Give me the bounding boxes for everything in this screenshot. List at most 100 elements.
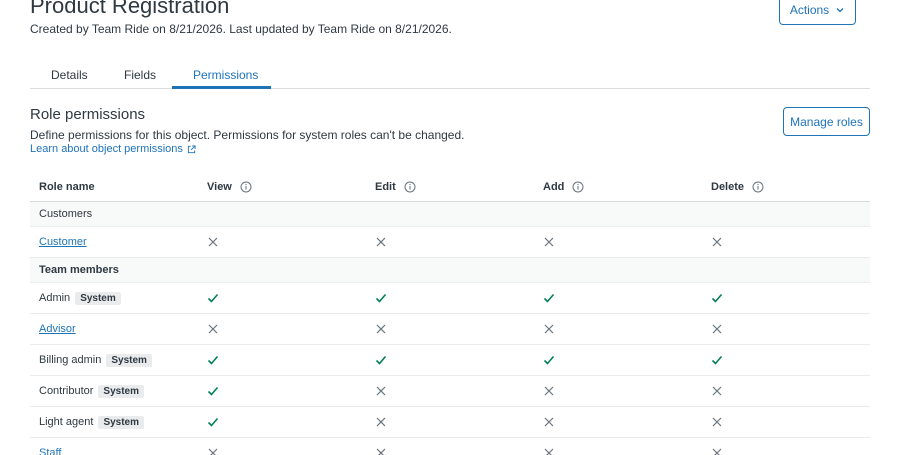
info-icon[interactable]	[404, 181, 416, 193]
table-row: Light agent System	[30, 407, 870, 438]
close-icon	[544, 324, 554, 334]
tab-details[interactable]: Details	[51, 68, 88, 82]
column-header-view: View	[207, 172, 252, 201]
close-icon	[376, 386, 386, 396]
permission-view-cell	[207, 438, 219, 455]
permission-view-cell	[207, 345, 219, 375]
check-icon	[375, 355, 387, 365]
table-row: Contributor System	[30, 376, 870, 407]
role-name-cell: Advisor	[39, 314, 76, 344]
tab-active-indicator	[172, 86, 271, 89]
permission-view-cell	[207, 314, 219, 344]
section-description: Define permissions for this object. Perm…	[30, 128, 465, 142]
table-row: Admin System	[30, 283, 870, 314]
permission-view-cell	[207, 407, 219, 437]
permission-add-cell	[543, 283, 555, 313]
role-name: Contributor	[39, 385, 94, 397]
system-badge: System	[75, 291, 121, 305]
permission-delete-cell	[711, 314, 723, 344]
check-icon	[711, 355, 723, 365]
tab-fields[interactable]: Fields	[124, 68, 156, 82]
info-icon[interactable]	[240, 181, 252, 193]
close-icon	[376, 448, 386, 455]
learn-more-link[interactable]: Learn about object permissions	[30, 143, 196, 155]
tab-permissions[interactable]: Permissions	[193, 68, 258, 82]
chevron-down-icon	[836, 7, 844, 12]
role-name: Light agent	[39, 416, 94, 428]
table-row: Billing admin System	[30, 345, 870, 376]
actions-button[interactable]: Actions	[779, 0, 856, 25]
role-name-cell: Staff	[39, 438, 61, 455]
column-header-label: View	[207, 180, 232, 193]
manage-roles-button[interactable]: Manage roles	[783, 107, 870, 136]
check-icon	[207, 386, 219, 396]
table-header-row: Role name View Edit Add Delete	[30, 172, 870, 202]
permission-edit-cell	[375, 283, 387, 313]
close-icon	[712, 386, 722, 396]
close-icon	[712, 237, 722, 247]
column-header-label: Role name	[39, 180, 95, 193]
role-name-cell: Contributor System	[39, 376, 144, 406]
permission-delete-cell	[711, 407, 723, 437]
tab-bar: Details Fields Permissions	[30, 60, 870, 89]
close-icon	[208, 448, 218, 455]
page-subtitle: Created by Team Ride on 8/21/2026. Last …	[30, 22, 452, 36]
permission-edit-cell	[375, 314, 387, 344]
close-icon	[376, 324, 386, 334]
table-body: Customers Customer Team members Admin System…	[30, 202, 870, 455]
permission-delete-cell	[711, 227, 723, 257]
role-name: Admin	[39, 292, 71, 304]
close-icon	[544, 237, 554, 247]
check-icon	[543, 293, 555, 303]
actions-button-label: Actions	[789, 2, 830, 17]
close-icon	[376, 237, 386, 247]
permission-add-cell	[543, 314, 555, 344]
permission-edit-cell	[375, 345, 387, 375]
column-header-role-name: Role name	[39, 172, 95, 201]
permission-delete-cell	[711, 345, 723, 375]
close-icon	[544, 417, 554, 427]
column-header-label: Edit	[375, 180, 396, 193]
role-name-cell: Customer	[39, 227, 87, 257]
column-header-add: Add	[543, 172, 584, 201]
info-icon[interactable]	[752, 181, 764, 193]
system-badge: System	[106, 353, 152, 367]
role-name-cell: Admin System	[39, 283, 121, 313]
check-icon	[543, 355, 555, 365]
permission-edit-cell	[375, 376, 387, 406]
permissions-table: Role name View Edit Add Delete Customers…	[30, 172, 870, 455]
role-link[interactable]: Staff	[39, 447, 61, 455]
table-row: Advisor	[30, 314, 870, 345]
permission-add-cell	[543, 438, 555, 455]
permission-delete-cell	[711, 283, 723, 313]
info-icon[interactable]	[572, 181, 584, 193]
column-header-label: Add	[543, 180, 565, 193]
close-icon	[544, 448, 554, 455]
permission-edit-cell	[375, 227, 387, 257]
close-icon	[712, 448, 722, 455]
role-link[interactable]: Advisor	[39, 323, 76, 335]
column-header-edit: Edit	[375, 172, 416, 201]
permission-add-cell	[543, 376, 555, 406]
table-group-row: Customers	[30, 202, 870, 227]
system-badge: System	[98, 415, 145, 429]
permission-view-cell	[207, 283, 219, 313]
role-name-cell: Billing admin System	[39, 345, 152, 375]
permission-add-cell	[543, 407, 555, 437]
close-icon	[712, 417, 722, 427]
page-title: Product Registration	[30, 0, 230, 18]
close-icon	[712, 324, 722, 334]
permission-add-cell	[543, 227, 555, 257]
check-icon	[375, 293, 387, 303]
external-link-icon	[187, 144, 196, 153]
check-icon	[207, 417, 219, 427]
close-icon	[208, 237, 218, 247]
close-icon	[544, 386, 554, 396]
permission-delete-cell	[711, 376, 723, 406]
group-label: Team members	[39, 264, 119, 276]
role-link[interactable]: Customer	[39, 236, 87, 248]
check-icon	[207, 293, 219, 303]
column-header-delete: Delete	[711, 172, 764, 201]
permission-edit-cell	[375, 438, 387, 455]
table-row: Customer	[30, 227, 870, 258]
